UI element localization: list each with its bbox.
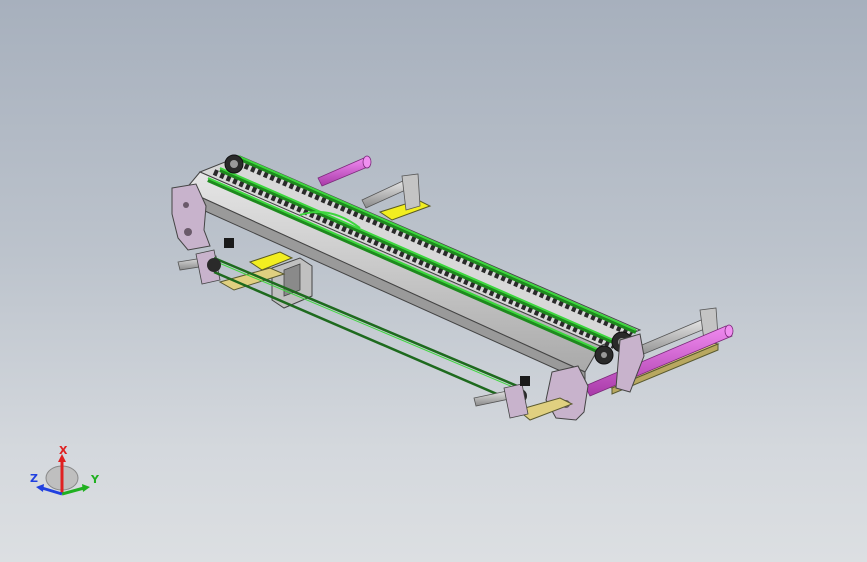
z-axis-label: Z [30, 472, 38, 485]
conveyor-assembly-model[interactable] [0, 0, 867, 562]
x-axis-label: X [59, 446, 68, 457]
rear-shaft-grey [361, 173, 421, 211]
lower-shaft-right [473, 383, 529, 419]
y-axis-label: Y [90, 473, 100, 486]
knob-left [224, 238, 234, 248]
pulley-rear [224, 154, 244, 174]
orientation-triad[interactable]: X Y Z [22, 446, 112, 506]
knob-right [520, 376, 530, 386]
rear-shaft-magenta [317, 155, 372, 187]
y-axis-head [82, 484, 90, 492]
z-axis-head [36, 484, 44, 492]
graphics-viewport[interactable]: X Y Z [0, 0, 867, 562]
